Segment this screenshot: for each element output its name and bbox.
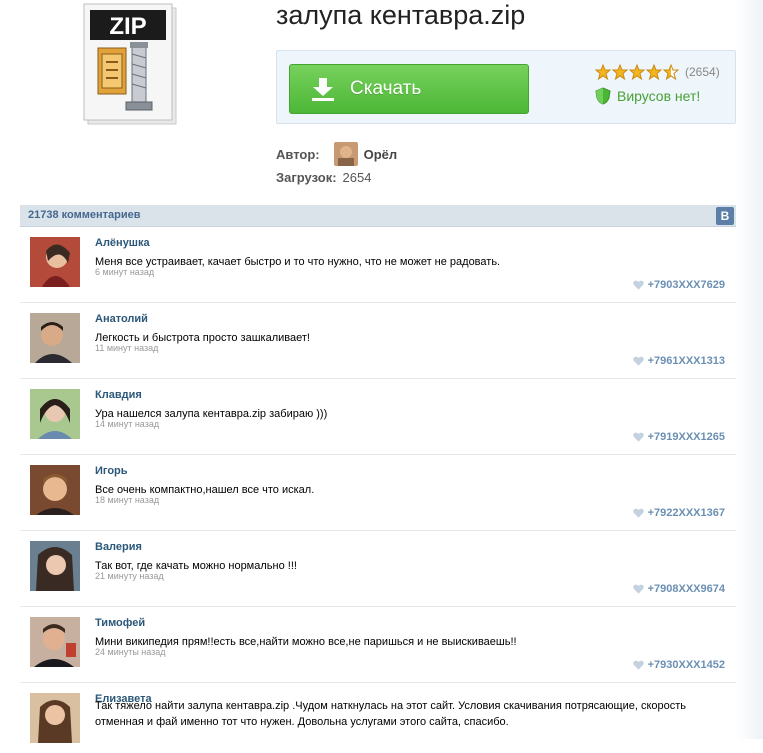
- rating: (2654): [595, 64, 720, 80]
- avatar[interactable]: [30, 541, 80, 591]
- list-item: Анатолий Легкость и быстрота просто зашк…: [20, 303, 736, 379]
- comment-author[interactable]: Тимофей: [95, 617, 145, 629]
- download-panel: Скачать (2654) Вирусов нет!: [276, 50, 736, 124]
- background-decoration: [735, 0, 763, 739]
- star-icon: [595, 64, 611, 80]
- comment-author[interactable]: Игорь: [95, 465, 128, 477]
- avatar[interactable]: [30, 693, 80, 743]
- star-half-icon: [663, 64, 679, 80]
- vk-logo-icon[interactable]: В: [716, 207, 734, 225]
- virus-status-text: Вирусов нет!: [617, 88, 701, 104]
- download-button-label: Скачать: [350, 78, 422, 99]
- list-item: Игорь Все очень компактно,нашел все что …: [20, 455, 736, 531]
- comment-phone: +7919XXX1265: [647, 431, 725, 443]
- zip-archive-icon: ZIP: [80, 2, 184, 128]
- comment-text: Мини википедия прям!!есть все,найти можн…: [95, 636, 517, 648]
- rating-count: (2654): [685, 65, 720, 79]
- comment-text: Все очень компактно,нашел все что искал.: [95, 484, 315, 496]
- comment-time: 21 минуту назад: [95, 571, 164, 581]
- star-icon: [629, 64, 645, 80]
- author-name[interactable]: Орёл: [364, 147, 398, 162]
- like-button[interactable]: +7922XXX1367: [632, 507, 725, 519]
- like-button[interactable]: +7930XXX1452: [632, 659, 725, 671]
- avatar[interactable]: [30, 237, 80, 287]
- comment-author[interactable]: Клавдия: [95, 389, 142, 401]
- list-item: Елизавета Так тяжело найти залупа кентав…: [20, 683, 736, 753]
- comment-text: Так тяжело найти залупа кентавра.zip .Чу…: [95, 700, 687, 728]
- avatar[interactable]: [30, 465, 80, 515]
- comment-text: Меня все устраивает, качает быстро и то …: [95, 256, 501, 268]
- comments-count: 21738 комментариев: [28, 209, 141, 221]
- avatar[interactable]: [30, 617, 80, 667]
- comment-author[interactable]: Валерия: [95, 541, 142, 553]
- comments-list: Алёнушка Меня все устраивает, качает быс…: [20, 227, 736, 753]
- comment-text: Так вот, где качать можно нормально !!!: [95, 560, 297, 572]
- like-button[interactable]: +7961XXX1313: [632, 355, 725, 367]
- download-icon: [312, 78, 334, 101]
- avatar[interactable]: [333, 142, 358, 166]
- comment-time: 6 минут назад: [95, 267, 155, 277]
- svg-text:ZIP: ZIP: [109, 13, 146, 40]
- comments-header: 21738 комментариев В: [20, 205, 736, 227]
- heart-icon: [632, 280, 644, 290]
- avatar[interactable]: [30, 389, 80, 439]
- comment-time: 18 минут назад: [95, 495, 160, 505]
- list-item: Тимофей Мини википедия прям!!есть все,на…: [20, 607, 736, 683]
- comment-author[interactable]: Анатолий: [95, 313, 148, 325]
- comment-time: 24 минуты назад: [95, 647, 166, 657]
- heart-icon: [632, 356, 644, 366]
- heart-icon: [632, 508, 644, 518]
- comment-phone: +7903XXX7629: [647, 279, 725, 291]
- download-button[interactable]: Скачать: [289, 64, 529, 114]
- avatar[interactable]: [30, 313, 80, 363]
- heart-icon: [632, 432, 644, 442]
- downloads-value: 2654: [342, 170, 372, 185]
- comment-phone: +7961XXX1313: [647, 355, 725, 367]
- list-item: Валерия Так вот, где качать можно нормал…: [20, 531, 736, 607]
- heart-icon: [632, 584, 644, 594]
- like-button[interactable]: +7903XXX7629: [632, 279, 725, 291]
- author-row: Автор: Орёл: [276, 142, 397, 166]
- file-title: залупа кентавра.zip: [276, 0, 526, 30]
- list-item: Клавдия Ура нашелся залупа кентавра.zip …: [20, 379, 736, 455]
- comment-phone: +7922XXX1367: [647, 507, 725, 519]
- downloads-row: Загрузок: 2654: [276, 170, 371, 185]
- comment-time: 11 минут назад: [95, 343, 159, 353]
- comment-text: Ура нашелся залупа кентавра.zip забираю …: [95, 408, 328, 420]
- star-icon: [612, 64, 628, 80]
- heart-icon: [632, 660, 644, 670]
- author-label: Автор:: [276, 146, 320, 162]
- virus-status: Вирусов нет!: [595, 87, 700, 105]
- like-button[interactable]: +7908XXX9674: [632, 583, 725, 595]
- star-icon: [646, 64, 662, 80]
- downloads-label: Загрузок:: [276, 170, 337, 185]
- list-item: Алёнушка Меня все устраивает, качает быс…: [20, 227, 736, 303]
- shield-icon: [595, 87, 611, 105]
- comment-text: Легкость и быстрота просто зашкаливает!: [95, 332, 310, 344]
- comment-phone: +7930XXX1452: [647, 659, 725, 671]
- comment-time: 14 минут назад: [95, 419, 160, 429]
- comment-phone: +7908XXX9674: [647, 583, 725, 595]
- like-button[interactable]: +7919XXX1265: [632, 431, 725, 443]
- comment-author[interactable]: Алёнушка: [95, 237, 150, 249]
